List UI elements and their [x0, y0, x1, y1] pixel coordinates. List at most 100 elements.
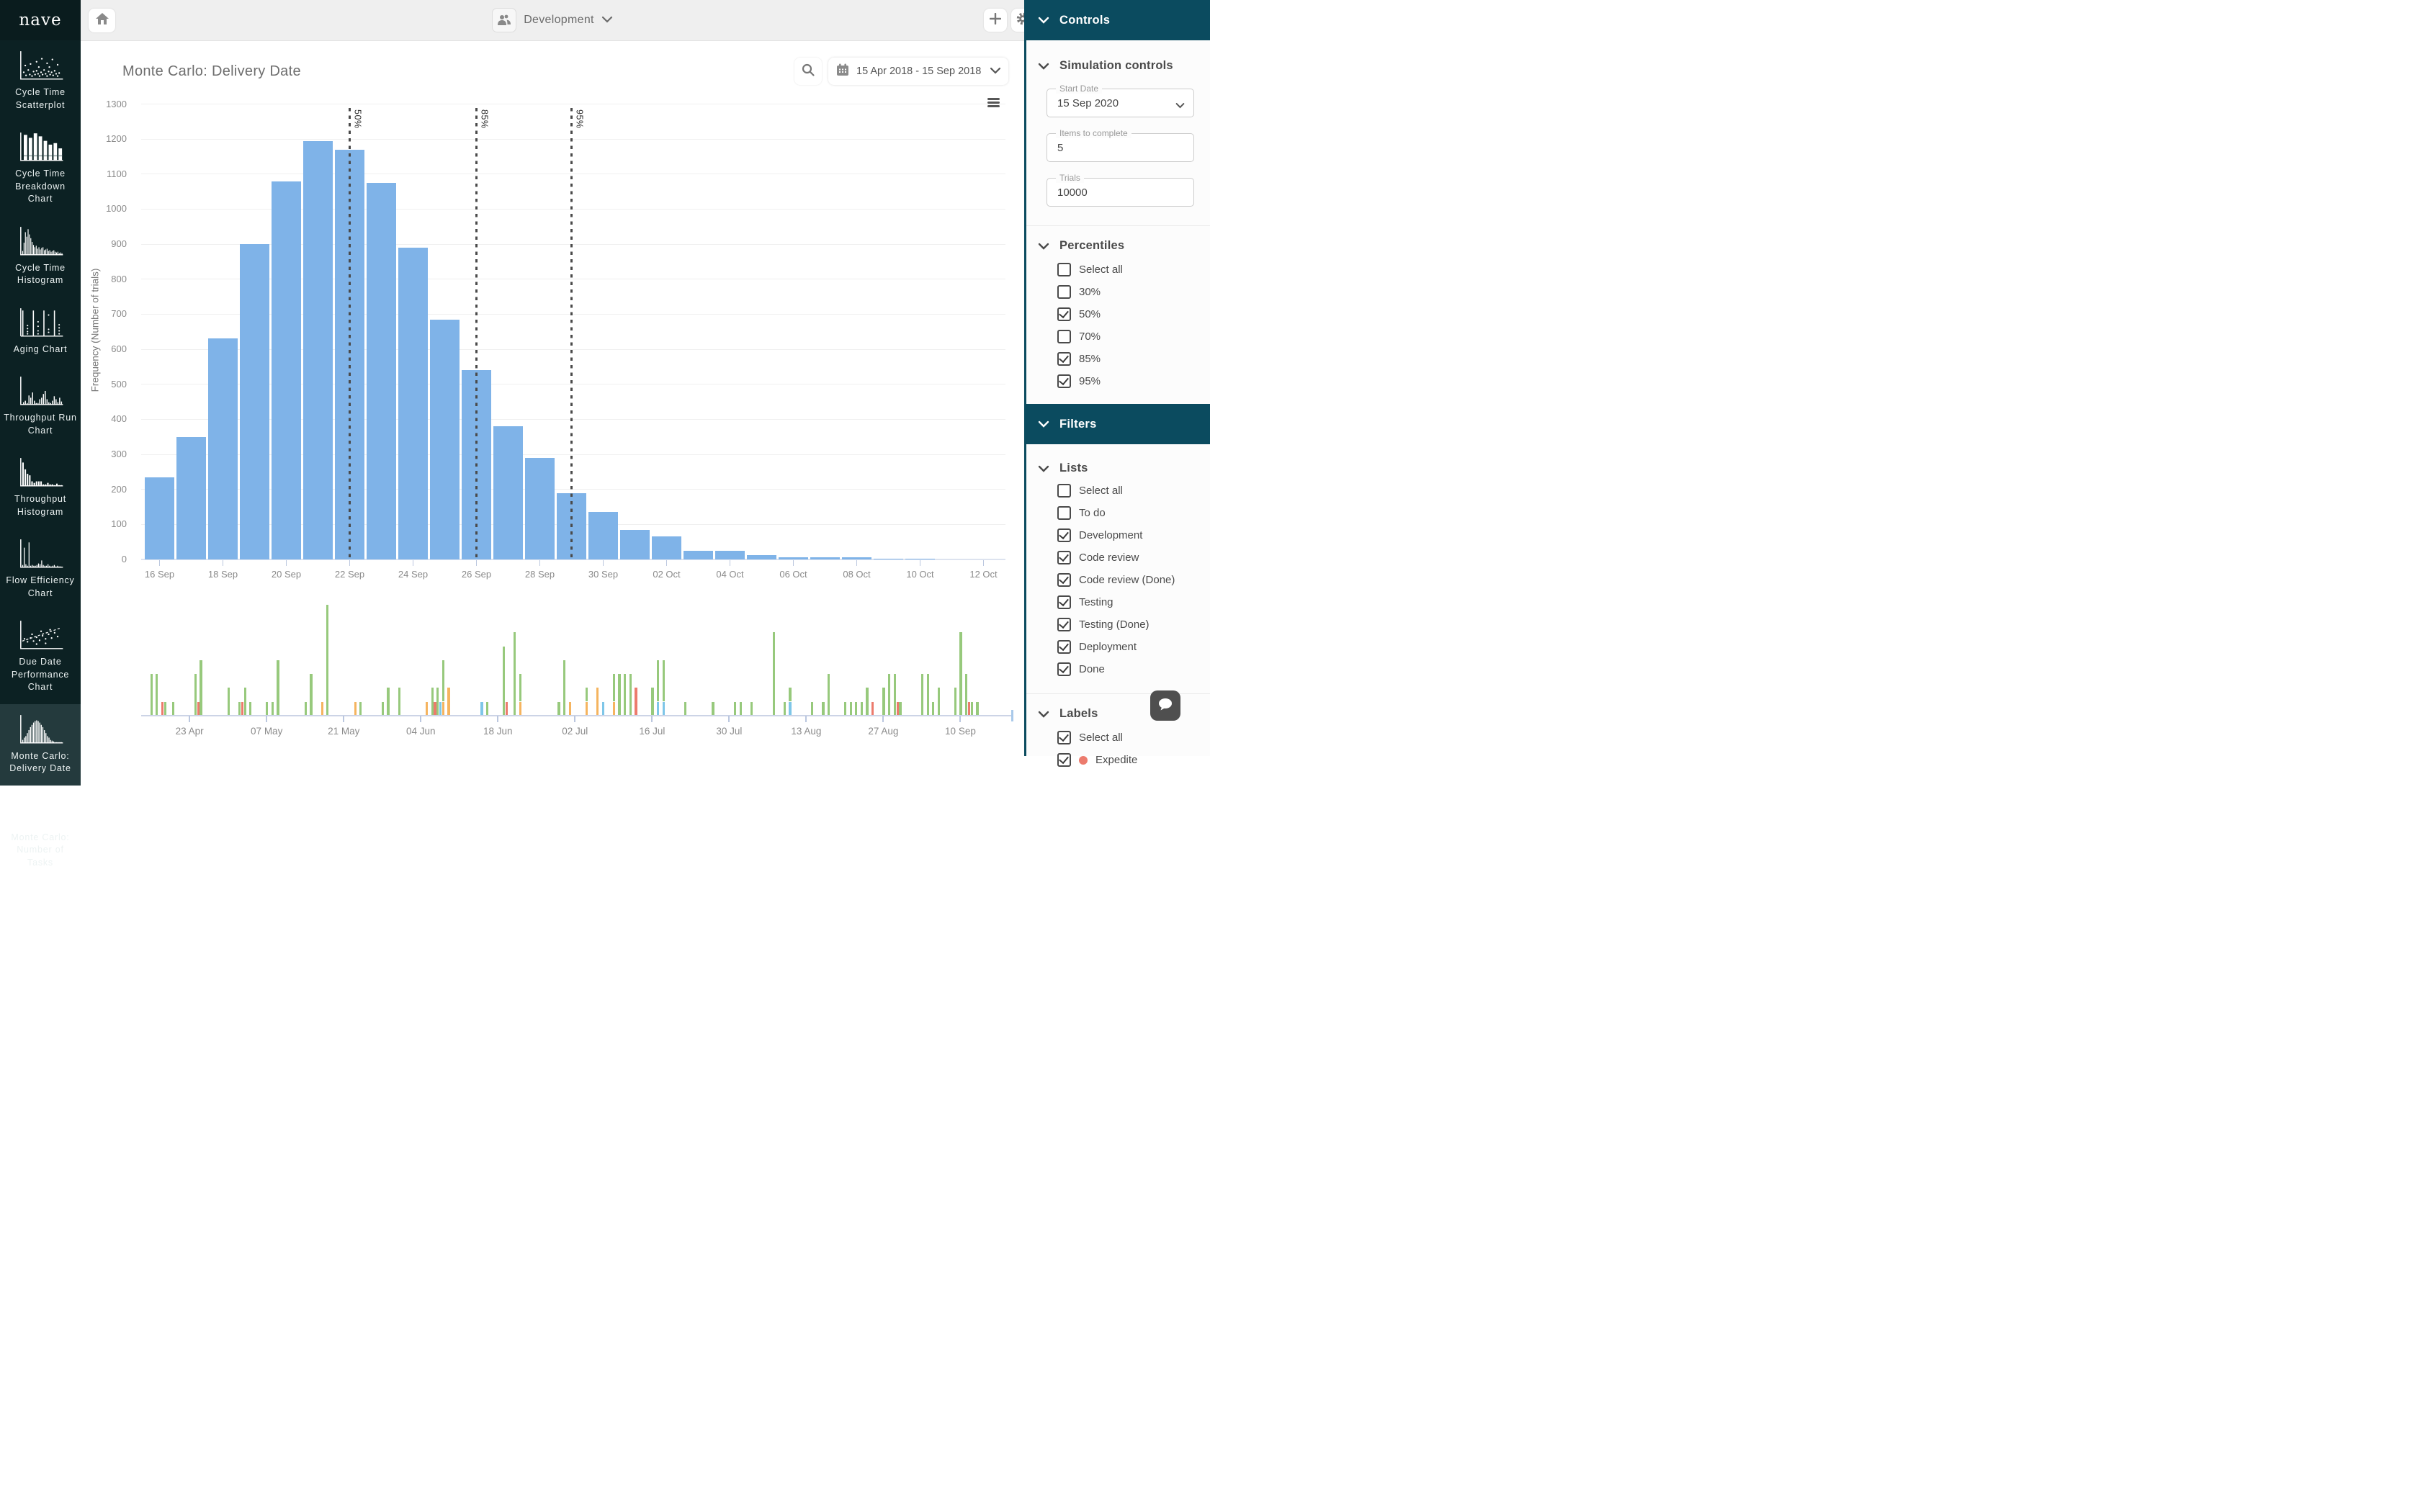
brush-bar	[971, 702, 973, 716]
expedite-option[interactable]: Expedite	[1026, 749, 1210, 771]
checkbox[interactable]	[1057, 263, 1071, 276]
histogram-bar-17-sep[interactable]	[176, 437, 206, 559]
histogram-bar-02-oct[interactable]	[652, 536, 681, 559]
checkbox-checked[interactable]	[1057, 618, 1071, 631]
brush-tick-label: 07 May	[241, 726, 292, 737]
histogram-bar-30-sep[interactable]	[588, 512, 618, 559]
deployment-option[interactable]: Deployment	[1026, 636, 1210, 658]
done-option[interactable]: Done	[1026, 658, 1210, 680]
brush-bar	[811, 702, 813, 716]
histogram-bar-19-sep[interactable]	[240, 244, 269, 559]
testing-option[interactable]: Testing	[1026, 591, 1210, 613]
labels-section-header[interactable]: Labels	[1026, 707, 1210, 721]
sidebar-item-cycle-time-histogram[interactable]: Cycle Time Histogram	[0, 216, 81, 297]
checkbox-checked[interactable]	[1057, 595, 1071, 609]
monte-carlo-delivery-date-icon	[16, 713, 65, 746]
board-selector[interactable]: Development	[81, 0, 1024, 40]
development-option[interactable]: Development	[1026, 524, 1210, 546]
brush-end-handle[interactable]	[1011, 710, 1013, 721]
histogram-bar-05-oct[interactable]	[747, 555, 776, 559]
histogram-bar-01-oct[interactable]	[620, 530, 650, 559]
lists-section-header[interactable]: Lists	[1026, 462, 1210, 475]
histogram-bar-04-oct[interactable]	[715, 551, 745, 559]
sidebar-item-flow-efficiency-chart[interactable]: Flow Efficiency Chart	[0, 528, 81, 610]
histogram-bar-07-oct[interactable]	[810, 557, 840, 559]
code-review-option[interactable]: Code review	[1026, 546, 1210, 569]
70-option[interactable]: 70%	[1026, 325, 1210, 348]
sidebar-item-cycle-time-scatterplot[interactable]: Cycle Time Scatterplot	[0, 40, 81, 122]
checkbox-checked[interactable]	[1057, 307, 1071, 321]
select-all-option[interactable]: Select all	[1026, 480, 1210, 502]
checkbox[interactable]	[1057, 285, 1071, 299]
histogram-bar-27-sep[interactable]	[493, 426, 523, 559]
30-option[interactable]: 30%	[1026, 281, 1210, 303]
search-button[interactable]	[794, 58, 822, 85]
50-option[interactable]: 50%	[1026, 303, 1210, 325]
field-label: Items to complete	[1056, 128, 1131, 138]
chevron-down-icon	[601, 14, 613, 27]
histogram-bar-25-sep[interactable]	[430, 320, 460, 559]
sidebar-item-cycle-time-breakdown-chart[interactable]: Cycle Time Breakdown Chart	[0, 122, 81, 216]
checkbox-checked[interactable]	[1057, 573, 1071, 587]
histogram-bar-24-sep[interactable]	[398, 248, 428, 559]
to-do-option[interactable]: To do	[1026, 502, 1210, 524]
histogram-bar-23-sep[interactable]	[367, 183, 396, 559]
checkbox-checked[interactable]	[1057, 731, 1071, 744]
checkbox-checked[interactable]	[1057, 352, 1071, 366]
sidebar-item-aging-chart[interactable]: Aging Chart	[0, 297, 81, 366]
histogram-bar-06-oct[interactable]	[779, 557, 808, 559]
date-range-picker[interactable]: 15 Apr 2018 - 15 Sep 2018	[828, 58, 1008, 85]
option-label: To do	[1079, 507, 1106, 519]
labels-label: Labels	[1059, 707, 1098, 721]
histogram-bar-28-sep[interactable]	[525, 458, 555, 559]
checkbox[interactable]	[1057, 506, 1071, 520]
histogram-bar-03-oct[interactable]	[684, 551, 713, 559]
brush-bar	[897, 702, 899, 716]
histogram-bar-21-sep[interactable]	[303, 141, 333, 559]
chart-menu-icon[interactable]	[987, 98, 1000, 107]
trials-field[interactable]: Trials10000	[1047, 178, 1194, 207]
percentiles-section-header[interactable]: Percentiles	[1026, 239, 1210, 253]
checkbox-checked[interactable]	[1057, 374, 1071, 388]
chat-button[interactable]	[1150, 690, 1180, 721]
checkbox-checked[interactable]	[1057, 551, 1071, 564]
percentile-line-95	[570, 108, 573, 559]
checkbox-checked[interactable]	[1057, 662, 1071, 676]
85-option[interactable]: 85%	[1026, 348, 1210, 370]
testing-done-option[interactable]: Testing (Done)	[1026, 613, 1210, 636]
histogram-bar-20-sep[interactable]	[272, 181, 301, 559]
brush-bar	[194, 674, 197, 715]
histogram-bar-08-oct[interactable]	[842, 557, 871, 559]
checkbox[interactable]	[1057, 330, 1071, 343]
add-button[interactable]	[984, 9, 1007, 32]
sidebar-item-due-date-performance-chart[interactable]: Due Date Performance Chart	[0, 610, 81, 704]
sidebar-item-throughput-run-chart[interactable]: Throughput Run Chart	[0, 366, 81, 447]
select-all-option[interactable]: Select all	[1026, 726, 1210, 749]
checkbox-checked[interactable]	[1057, 528, 1071, 542]
checkbox-checked[interactable]	[1057, 753, 1071, 767]
controls-header[interactable]: Controls	[1026, 0, 1210, 40]
x-axis-tick	[476, 560, 478, 566]
checkbox[interactable]	[1057, 484, 1071, 498]
nave-logo[interactable]: nave	[0, 0, 81, 40]
sidebar-item-monte-carlo-number-of-tasks[interactable]: Monte Carlo: Number of Tasks	[0, 786, 81, 880]
sidebar-item-label: Throughput Run Chart	[3, 412, 78, 437]
y-axis-tick-label: 200	[84, 484, 127, 495]
items-to-complete-field[interactable]: Items to complete5	[1047, 133, 1194, 162]
checkbox-checked[interactable]	[1057, 640, 1071, 654]
brush-tick-label: 04 Jun	[395, 726, 446, 737]
sidebar-item-throughput-histogram[interactable]: Throughput Histogram	[0, 447, 81, 528]
histogram-bar-16-sep[interactable]	[145, 477, 174, 559]
code-review-done-option[interactable]: Code review (Done)	[1026, 569, 1210, 591]
x-axis-tick	[730, 560, 731, 566]
brush-tick	[805, 716, 807, 722]
simulation-controls-section-header[interactable]: Simulation controls	[1026, 59, 1210, 73]
brush-bar	[965, 674, 967, 715]
select-all-option[interactable]: Select all	[1026, 258, 1210, 281]
filters-header[interactable]: Filters	[1026, 404, 1210, 444]
histogram-bar-18-sep[interactable]	[208, 338, 238, 559]
95-option[interactable]: 95%	[1026, 370, 1210, 392]
sidebar-item-monte-carlo-delivery-date[interactable]: Monte Carlo: Delivery Date	[0, 704, 81, 786]
brush-bar	[976, 702, 978, 716]
start-date-field[interactable]: Start Date15 Sep 2020	[1047, 89, 1194, 117]
